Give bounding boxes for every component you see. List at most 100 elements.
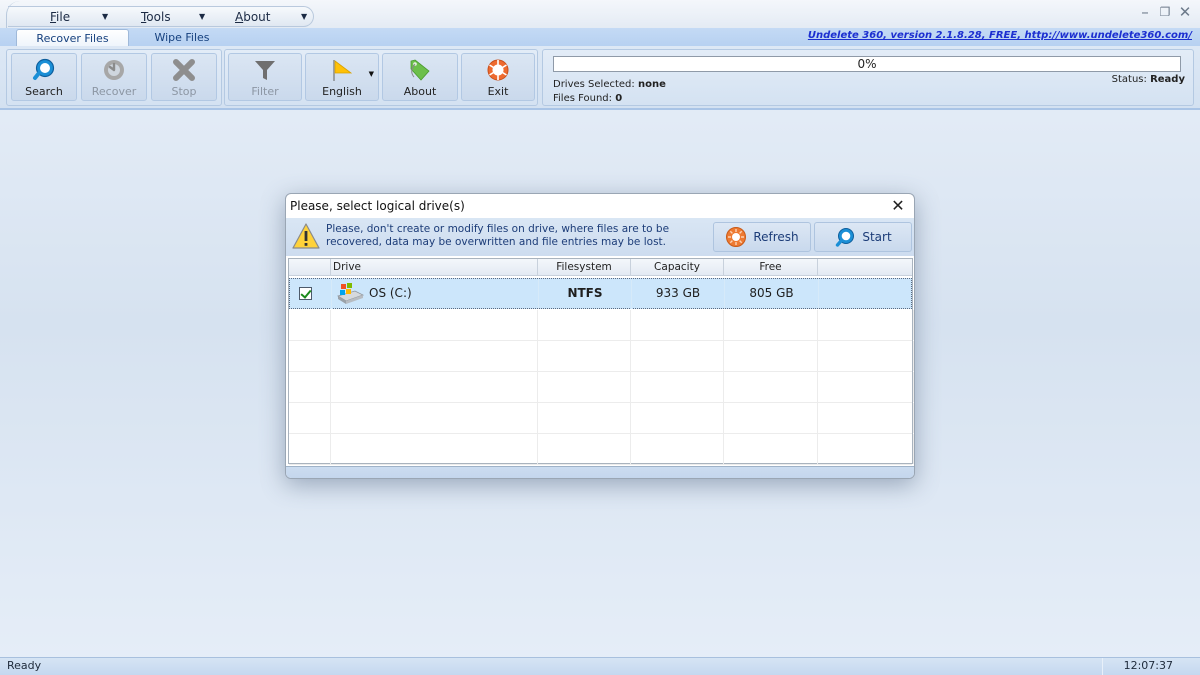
column-header-free[interactable]: Free [724, 259, 818, 276]
warning-text: Please, don't create or modify files on … [326, 223, 670, 248]
files-found: Files Found: 0 [553, 93, 622, 104]
status-panel: 0% Drives Selected: none Files Found: 0 … [542, 49, 1194, 106]
restore-button[interactable]: ❐ [1158, 3, 1172, 21]
empty-cell [724, 372, 818, 402]
exit-button[interactable]: Exit [461, 53, 535, 101]
ribbon-group-tools: Filter English ▼ About Exit [224, 49, 538, 106]
column-header-capacity[interactable]: Capacity [631, 259, 724, 276]
menu-about[interactable]: About ▼ [235, 7, 307, 26]
start-button[interactable]: Start [814, 222, 912, 252]
dialog-footer [286, 466, 914, 478]
drive-checkbox[interactable] [299, 287, 312, 300]
table-header: Drive Filesystem Capacity Free [289, 259, 912, 276]
empty-cell [818, 372, 914, 402]
empty-cell [631, 341, 724, 371]
minimize-button[interactable]: – [1138, 3, 1152, 21]
dialog-close-button[interactable]: ✕ [890, 196, 906, 215]
status-bar: Ready 12:07:37 [0, 657, 1200, 675]
ribbon: Search Recover Stop Filter English ▼ Abo… [0, 46, 1200, 110]
menu-tools-label: Tools [141, 9, 171, 24]
exit-icon [487, 59, 509, 81]
language-dropdown[interactable]: English ▼ [305, 53, 379, 101]
empty-cell [818, 434, 914, 464]
search-icon [33, 58, 55, 80]
empty-cell [538, 372, 631, 402]
flag-icon [333, 60, 353, 81]
menu-tools[interactable]: Tools ▼ [141, 7, 205, 26]
empty-row [289, 403, 914, 434]
empty-cell [631, 372, 724, 402]
empty-cell [289, 434, 331, 464]
empty-cell [631, 310, 724, 340]
empty-row [289, 372, 914, 403]
start-button-label: Start [862, 230, 892, 244]
close-button[interactable]: ✕ [1178, 3, 1192, 21]
status-label: Status: [1111, 74, 1147, 85]
empty-cell [818, 310, 914, 340]
empty-row [289, 434, 914, 465]
tag-icon [410, 59, 430, 81]
recover-button[interactable]: Recover [81, 53, 147, 101]
ribbon-group-actions: Search Recover Stop [6, 49, 222, 106]
empty-cell [724, 310, 818, 340]
drive-table: Drive Filesystem Capacity Free OS (C:) N… [288, 258, 914, 465]
row-filesystem-cell: NTFS [539, 279, 632, 309]
empty-cell [631, 403, 724, 433]
status-bar-time: 12:07:37 [1123, 659, 1173, 672]
files-found-value: 0 [615, 93, 623, 104]
hard-drive-icon [337, 283, 365, 304]
column-header-check[interactable] [289, 259, 331, 276]
status-bar-text: Ready [7, 659, 42, 672]
progress-text: 0% [857, 57, 877, 71]
empty-cell [331, 403, 538, 433]
column-header-filesystem[interactable]: Filesystem [538, 259, 631, 276]
empty-cell [538, 403, 631, 433]
menu-file[interactable]: File ▼ [50, 7, 108, 26]
menu-bar: File ▼ Tools ▼ About ▼ [6, 1, 314, 29]
window-controls: – ❐ ✕ [1138, 3, 1192, 21]
filter-icon [255, 61, 275, 80]
search-icon [836, 228, 855, 247]
empty-row [289, 310, 914, 341]
menu-about-label: About [235, 9, 271, 24]
empty-cell [724, 434, 818, 464]
recover-icon [104, 60, 124, 80]
chevron-down-icon: ▼ [368, 70, 374, 78]
chevron-down-icon: ▼ [301, 12, 308, 21]
version-link[interactable]: Undelete 360, version 2.1.8.28, FREE, ht… [808, 30, 1192, 41]
row-check-cell [290, 279, 332, 309]
exit-button-label: Exit [487, 85, 509, 98]
status-indicator: Status: Ready [1112, 74, 1185, 85]
refresh-button-label: Refresh [753, 230, 799, 244]
refresh-button[interactable]: Refresh [713, 222, 811, 252]
stop-button[interactable]: Stop [151, 53, 217, 101]
filter-button-label: Filter [251, 85, 279, 98]
about-button-label: About [403, 85, 437, 98]
dialog-toolbar: Please, don't create or modify files on … [286, 218, 914, 256]
table-row[interactable]: OS (C:) NTFS 933 GB 805 GB [289, 278, 912, 309]
row-empty-cell [819, 279, 914, 309]
chevron-down-icon: ▼ [199, 12, 206, 21]
column-header-empty [818, 259, 914, 276]
filter-button[interactable]: Filter [228, 53, 302, 101]
files-found-label: Files Found: [553, 93, 613, 104]
drives-selected-label: Drives Selected: [553, 79, 635, 90]
empty-cell [538, 341, 631, 371]
recover-button-label: Recover [91, 85, 137, 98]
search-button[interactable]: Search [11, 53, 77, 101]
row-drive-cell: OS (C:) [332, 279, 539, 309]
stop-button-label: Stop [171, 85, 197, 98]
tab-recover-files[interactable]: Recover Files [16, 29, 129, 47]
status-bar-divider [1102, 658, 1103, 675]
menu-file-label: File [50, 9, 71, 24]
column-header-drive[interactable]: Drive [331, 259, 538, 276]
tab-strip: Recover Files Wipe Files Undelete 360, v… [0, 28, 1200, 47]
tab-wipe-files[interactable]: Wipe Files [140, 29, 224, 47]
empty-cell [538, 310, 631, 340]
drive-name: OS (C:) [369, 286, 412, 300]
about-button[interactable]: About [382, 53, 458, 101]
language-label: English [322, 85, 362, 98]
empty-cell [818, 341, 914, 371]
search-button-label: Search [25, 85, 63, 98]
row-capacity-cell: 933 GB [632, 279, 725, 309]
